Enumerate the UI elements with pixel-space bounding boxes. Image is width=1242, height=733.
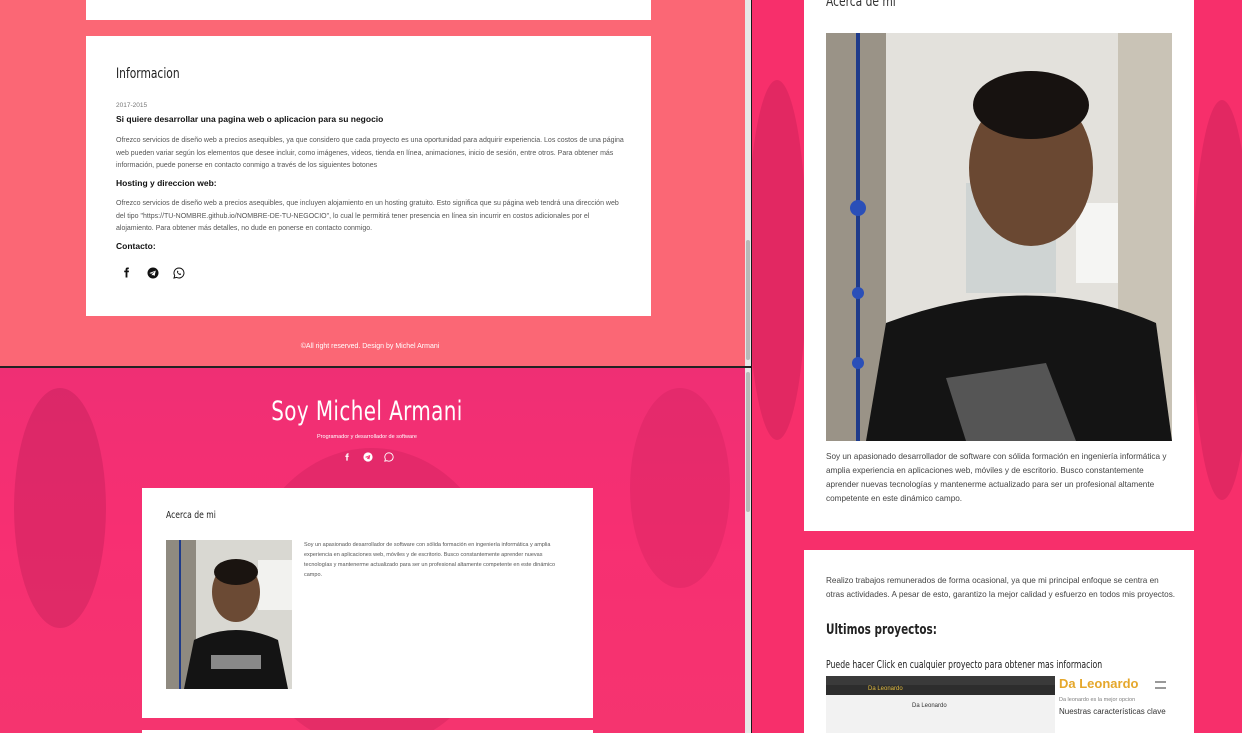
thumbnail-tagline: Da leonardo es la mejor opcion [1059, 697, 1136, 703]
projects-click-hint: Puede hacer Click en cualquier proyecto … [826, 659, 1103, 671]
info-date: 2017-2015 [116, 102, 148, 109]
whatsapp-icon[interactable] [384, 452, 394, 462]
projects-intro: Realizo trabajos remunerados de forma oc… [826, 576, 1176, 599]
footer-copyright: ©All right reserved. Design by Michel Ar… [300, 343, 440, 350]
projects-card: Realizo trabajos remunerados de forma oc… [804, 550, 1194, 733]
home-page-panel: Soy Michel Armani Programador y desarrol… [0, 368, 745, 733]
scrollbar-thumb-bottom[interactable] [746, 372, 750, 512]
thumbnail-brand: Da Leonardo [1059, 676, 1139, 691]
zoomed-page-panel: Acerca de mi Soy un apasionado desarroll… [752, 0, 1242, 733]
contact-icons [120, 266, 185, 279]
thumbnail-brand-small: Da Leonardo [868, 686, 903, 692]
thumbnail-center-label: Da Leonardo [912, 703, 947, 709]
profile-photo-zoomed [826, 33, 1172, 441]
section-heading-web: Si quiere desarrollar una pagina web o a… [116, 114, 384, 124]
projects-heading: Ultimos proyectos: [826, 622, 937, 638]
about-title-zoomed: Acerca de mi [826, 0, 896, 10]
hero-subtitle: Programador y desarrollador de software [317, 434, 417, 440]
info-title: Informacion [116, 66, 180, 82]
about-card: Acerca de mi Soy un apasionado desarroll… [142, 488, 593, 718]
hero-title: Soy Michel Armani [271, 396, 463, 427]
info-card: Informacion 2017-2015 Si quiere desarrol… [86, 36, 651, 316]
section-text-web: Ofrezco servicios de diseño web a precio… [116, 137, 624, 169]
scrollbar-thumb-top[interactable] [746, 240, 750, 360]
thumbnail-browser-bar [826, 676, 1055, 685]
about-card-zoomed: Acerca de mi Soy un apasionado desarroll… [804, 0, 1194, 531]
facebook-icon[interactable] [342, 452, 352, 462]
profile-photo [166, 540, 292, 689]
thumbnail-features: Nuestras características clave [1059, 707, 1166, 716]
whatsapp-icon[interactable] [172, 266, 185, 279]
about-title: Acerca de mi [166, 510, 216, 521]
project-thumbnail-da-leonardo[interactable]: Da Leonardo Da Leonardo Da Leonardo Da l… [826, 676, 1172, 733]
telegram-icon[interactable] [146, 266, 159, 279]
contact-label: Contacto: [116, 241, 156, 251]
hamburger-menu-icon [1155, 681, 1166, 689]
about-text-zoomed: Soy un apasionado desarrollador de softw… [826, 452, 1167, 503]
thumbnail-side-panel: Da Leonardo Da leonardo es la mejor opci… [1055, 676, 1172, 733]
info-page-panel: Informacion 2017-2015 Si quiere desarrol… [0, 0, 748, 366]
thumbnail-nav-bar [826, 685, 1055, 695]
hero-social-icons [342, 452, 394, 462]
previous-card [86, 0, 651, 20]
section-heading-hosting: Hosting y direccion web: [116, 178, 217, 188]
facebook-icon[interactable] [120, 266, 133, 279]
telegram-icon[interactable] [363, 452, 373, 462]
about-text: Soy un apasionado desarrollador de softw… [304, 542, 556, 578]
section-text-hosting: Ofrezco servicios de diseño web a precio… [116, 200, 619, 232]
